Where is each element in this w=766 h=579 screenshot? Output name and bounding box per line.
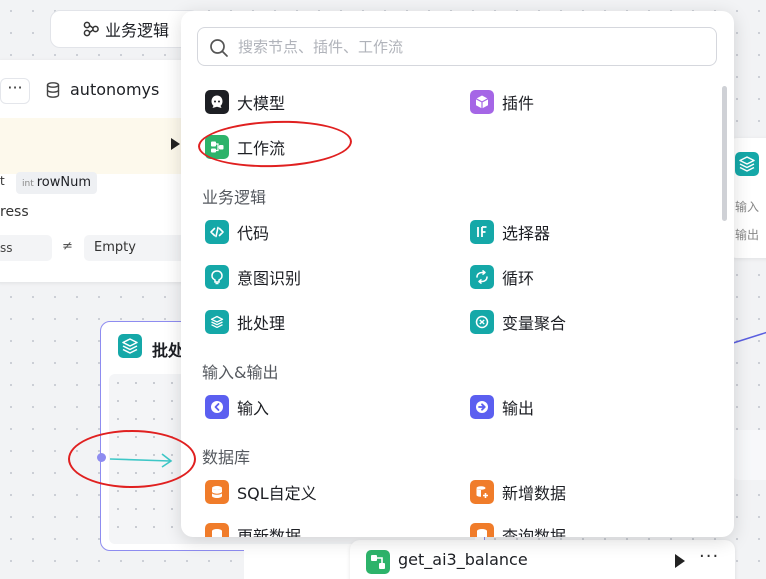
param-tag-name: rowNum [36,175,92,190]
run-icon[interactable] [675,554,685,568]
llm-icon [205,90,229,114]
workflow-icon [366,550,390,574]
batch-icon [205,310,229,334]
popup-scrollbar[interactable] [722,86,727,221]
node-item-output[interactable]: 输出 [470,393,534,421]
node-item-code[interactable]: 代码 [205,218,269,246]
node-item-workflow[interactable]: 工作流 [205,133,285,161]
node-item-selector[interactable]: 选择器 [470,218,550,246]
search-input[interactable] [238,28,716,65]
node-item-label: 选择器 [502,224,551,243]
more-button[interactable]: ··· [0,78,30,104]
input-icon [205,395,229,419]
node-item-input[interactable]: 输入 [205,393,269,421]
node-item-add-data[interactable]: 新增数据 [470,478,566,506]
tab-business-logic[interactable]: 业务逻辑 [50,10,200,48]
batch-icon [118,334,142,358]
node-item-label: SQL自定义 [237,484,317,503]
node-item-label: 工作流 [237,139,286,158]
output-label: 输出 [735,228,760,242]
canvas-node-fragment [244,548,350,579]
section-title-input-output: 输入&输出 [202,363,279,382]
section-title-database: 数据库 [202,448,251,467]
connection-arrow-icon [109,453,173,468]
node-item-label: 大模型 [237,94,286,113]
batch-node-title: 批处 [152,341,185,360]
query-data-icon [470,523,494,537]
node-item-plugin[interactable]: 插件 [470,88,534,116]
database-name: autonomys [70,80,160,99]
node-item-label: 输入 [237,399,270,418]
add-node-popup: 大模型 插件 工作流 业务逻辑 代码 [181,11,734,537]
workflow-icon [83,21,99,37]
input-label: 输入 [735,200,760,214]
node-item-query-data[interactable]: 查询数据 [470,521,566,537]
node-search-box[interactable] [197,27,717,66]
param-tag: int rowNum [16,172,98,194]
search-icon [210,39,228,57]
node-item-label: 插件 [502,94,535,113]
node-item-batch[interactable]: 批处理 [205,308,285,336]
if-selector-icon [470,220,494,244]
param-label: ress [0,204,29,220]
node-item-label: 循环 [502,269,535,288]
node-item-variable-aggregate[interactable]: 变量聚合 [470,308,566,336]
node-item-llm[interactable]: 大模型 [205,88,285,116]
output-icon [470,395,494,419]
add-data-icon [470,480,494,504]
node-item-sql[interactable]: SQL自定义 [205,478,317,506]
run-icon[interactable] [171,138,180,150]
node-item-label: 更新数据 [237,527,302,537]
node-item-label: 意图识别 [237,269,302,288]
node-item-label: 变量聚合 [502,314,567,333]
workflow-icon [205,135,229,159]
code-icon [205,220,229,244]
node-item-loop[interactable]: 循环 [470,263,534,291]
connection-port[interactable] [97,453,106,462]
batch-icon [735,152,759,176]
node-item-update-data[interactable]: 更新数据 [205,521,301,537]
plugin-node-card[interactable]: get_ai3_balance ··· [350,540,735,579]
section-title-business-logic: 业务逻辑 [202,188,267,207]
intent-icon [205,265,229,289]
param-type: t [0,174,5,188]
tab-label: 业务逻辑 [105,21,170,40]
plugin-icon [470,90,494,114]
node-item-label: 查询数据 [502,527,567,537]
plugin-node-title: get_ai3_balance [398,550,528,569]
node-item-intent[interactable]: 意图识别 [205,263,301,291]
param-tag-type: int [22,179,34,189]
node-item-label: 代码 [237,224,270,243]
sql-icon [205,480,229,504]
database-node-header[interactable]: autonomys [46,80,159,99]
update-data-icon [205,523,229,537]
condition-left-field[interactable]: ss [0,235,52,261]
condition-operator[interactable]: ≠ [62,239,73,254]
condition-right-field[interactable]: Empty [84,235,194,261]
variable-aggregate-icon [470,310,494,334]
more-button[interactable]: ··· [699,546,719,567]
canvas-node-fragment [730,430,766,480]
database-icon [46,81,60,98]
node-item-label: 新增数据 [502,484,567,503]
node-item-label: 输出 [502,399,535,418]
node-item-label: 批处理 [237,314,286,333]
loop-icon [470,265,494,289]
